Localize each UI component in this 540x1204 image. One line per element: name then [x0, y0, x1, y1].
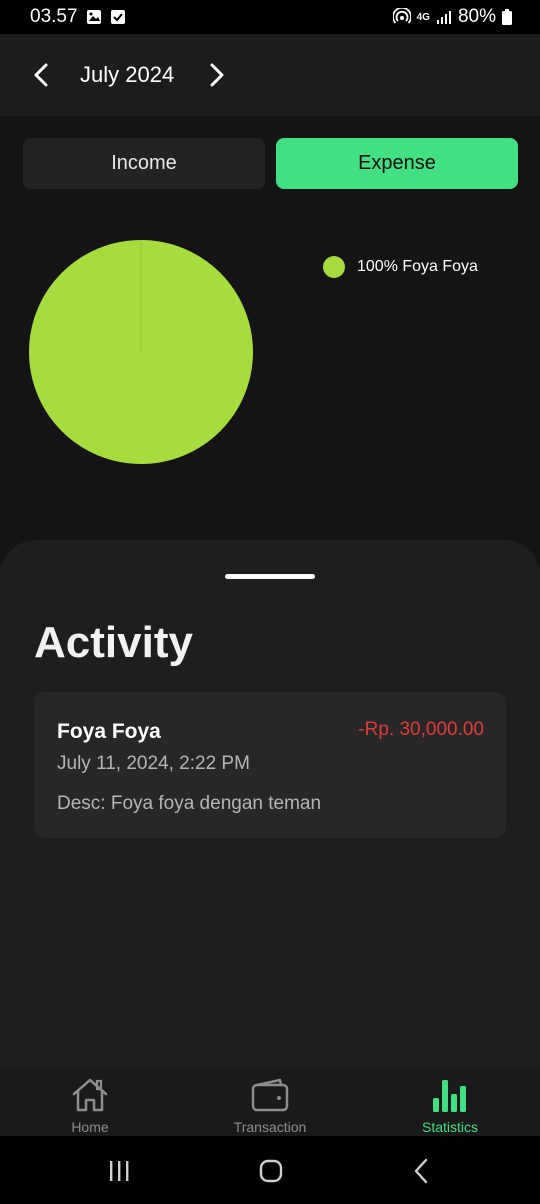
activity-item-name: Foya Foya — [57, 720, 161, 743]
nav-label-statistics: Statistics — [421, 1119, 478, 1135]
bottom-nav: Home Transaction Statistics — [0, 1068, 540, 1136]
nav-item-transaction[interactable]: Transaction — [180, 1068, 360, 1136]
gallery-icon — [86, 10, 101, 24]
network-type: 4G — [416, 11, 430, 23]
wallet-icon — [251, 1078, 289, 1112]
home-icon — [72, 1078, 108, 1112]
income-tab-button[interactable]: Income — [23, 138, 265, 189]
legend-swatch — [323, 256, 345, 278]
bar-chart-icon — [433, 1080, 466, 1112]
chevron-right-icon[interactable] — [202, 60, 230, 90]
activity-item-date: July 11, 2024, 2:22 PM — [57, 753, 250, 774]
back-icon[interactable] — [406, 1156, 436, 1186]
activity-sheet: Activity Foya Foya -Rp. 30,000.00 July 1… — [0, 540, 540, 1070]
recent-apps-icon[interactable] — [104, 1156, 134, 1186]
nav-label-transaction: Transaction — [233, 1119, 307, 1135]
expense-tab-button[interactable]: Expense — [276, 138, 518, 189]
system-nav-bar — [0, 1136, 540, 1204]
status-time: 03.57 — [30, 6, 78, 27]
expense-pie-chart — [29, 240, 253, 464]
chevron-left-icon[interactable] — [28, 60, 56, 90]
activity-title: Activity — [34, 618, 193, 667]
month-header: July 2024 — [0, 34, 540, 116]
status-left: 03.57 — [30, 6, 126, 28]
month-label: July 2024 — [80, 62, 175, 87]
nav-item-statistics[interactable]: Statistics — [360, 1068, 540, 1136]
status-bar: 03.57 4G 80% — [0, 0, 540, 34]
signal-icon — [436, 11, 451, 24]
status-right: 4G 80% — [392, 6, 512, 28]
battery-percent: 80% — [457, 6, 496, 27]
home-button-icon[interactable] — [256, 1156, 286, 1186]
nav-label-home: Home — [71, 1119, 109, 1135]
legend-label: 100% Foya Foya — [357, 258, 478, 275]
nav-item-home[interactable]: Home — [0, 1068, 180, 1136]
battery-icon — [502, 9, 512, 25]
sheet-drag-handle[interactable] — [225, 574, 315, 579]
chart-legend: 100% Foya Foya — [323, 256, 478, 278]
activity-item-amount: -Rp. 30,000.00 — [358, 719, 484, 740]
checkbox-icon — [110, 10, 125, 24]
hotspot-icon — [392, 8, 411, 24]
activity-item[interactable]: Foya Foya -Rp. 30,000.00 July 11, 2024, … — [34, 692, 506, 838]
activity-item-desc: Desc: Foya foya dengan teman — [57, 793, 322, 814]
